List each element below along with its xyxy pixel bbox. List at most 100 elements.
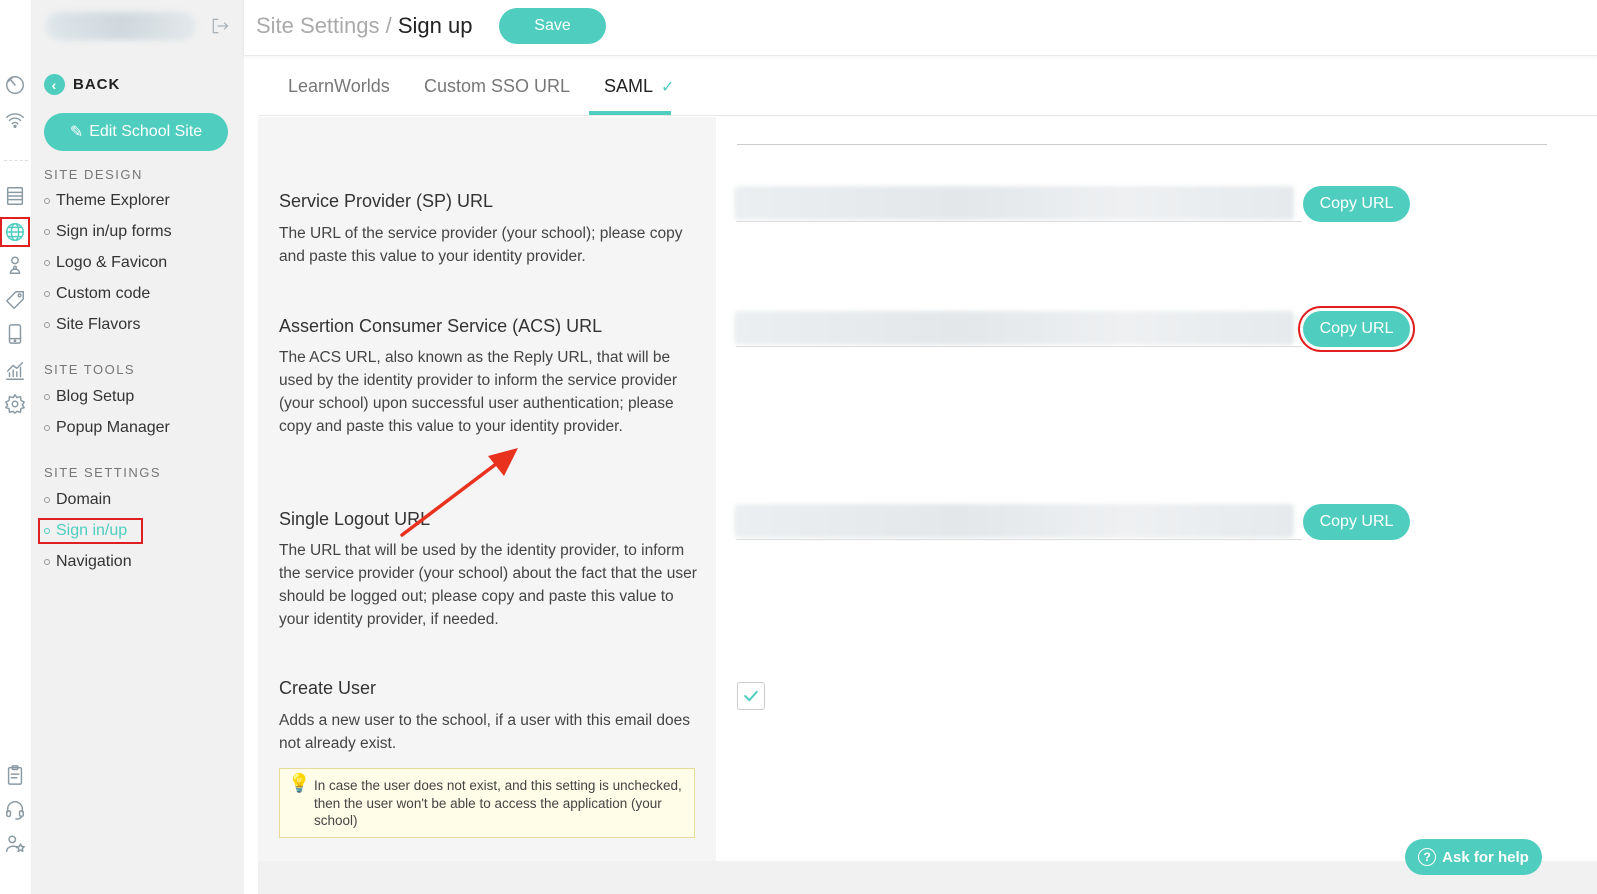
- sidebar-item-label: Sign in/up: [56, 522, 128, 539]
- sidebar-item-label: Blog Setup: [56, 388, 135, 405]
- acs-url-row: Copy URL: [734, 306, 1415, 352]
- copy-sp-url-button[interactable]: Copy URL: [1303, 186, 1410, 222]
- bullet-icon: [44, 291, 50, 297]
- lightbulb-icon: 💡: [288, 773, 311, 793]
- sp-url-description: The URL of the service provider (your sc…: [279, 225, 683, 265]
- single-logout-url-value[interactable]: [734, 504, 1294, 538]
- create-user-checkbox[interactable]: [737, 682, 765, 710]
- broadcast-icon[interactable]: [3, 108, 27, 132]
- headset-icon[interactable]: [3, 798, 27, 822]
- sidebar-item-sign-in-up[interactable]: Sign in/up: [37, 518, 144, 544]
- sidebar-item-label: Site Flavors: [56, 316, 141, 333]
- sidebar-item-label: Theme Explorer: [56, 192, 170, 209]
- check-icon: ✓: [661, 79, 675, 96]
- section-title-site-settings: SITE SETTINGS: [44, 465, 162, 480]
- tab-saml-label: SAML: [604, 76, 654, 96]
- pencil-icon: ✎: [69, 124, 84, 141]
- bullet-icon: [44, 528, 50, 534]
- acs-url-title: Assertion Consumer Service (ACS) URL: [279, 316, 603, 336]
- field-underline: [736, 539, 1302, 540]
- sidebar-item-label: Domain: [56, 491, 112, 508]
- bullet-icon: [44, 198, 50, 204]
- tip-text: In case the user does not exist, and thi…: [314, 778, 682, 828]
- icon-rail: [0, 0, 32, 894]
- ask-for-help-button[interactable]: ? Ask for help: [1405, 839, 1542, 875]
- checkmark-icon: [744, 690, 758, 702]
- chevron-left-icon: ‹: [44, 74, 65, 95]
- section-title-site-tools: SITE TOOLS: [44, 362, 136, 377]
- sidebar-item-popup-manager[interactable]: Popup Manager: [44, 419, 170, 437]
- breadcrumb-parent[interactable]: Site Settings /: [256, 13, 392, 38]
- bullet-icon: [44, 497, 50, 503]
- acs-url-description: The ACS URL, also known as the Reply URL…: [279, 349, 678, 435]
- page-header: Site Settings / Sign up Save: [244, 0, 1597, 56]
- single-logout-url-title: Single Logout URL: [279, 509, 431, 529]
- rail-divider: [4, 160, 28, 161]
- breadcrumb: Site Settings / Sign up: [256, 13, 473, 39]
- tab-bar: LearnWorlds Custom SSO URL SAML ✓: [258, 60, 1597, 116]
- save-button[interactable]: Save: [499, 8, 606, 44]
- sidebar-item-label: Navigation: [56, 553, 132, 570]
- sidebar-item-blog-setup[interactable]: Blog Setup: [44, 388, 134, 406]
- sidebar-item-label: Popup Manager: [56, 419, 170, 436]
- clipboard-icon[interactable]: [3, 763, 27, 787]
- sidebar-item-site-flavors[interactable]: Site Flavors: [44, 316, 140, 334]
- back-label: BACK: [73, 76, 121, 93]
- ask-for-help-label: Ask for help: [1442, 848, 1529, 866]
- site-builder-sidebar: ‹ BACK ✎ Edit School Site SITE DESIGN Th…: [32, 0, 244, 894]
- tag-icon[interactable]: [3, 288, 27, 312]
- sidebar-item-custom-code[interactable]: Custom code: [44, 285, 150, 303]
- sp-url-title: Service Provider (SP) URL: [279, 191, 494, 211]
- bullet-icon: [44, 229, 50, 235]
- bullet-icon: [44, 394, 50, 400]
- sidebar-item-theme-explorer[interactable]: Theme Explorer: [44, 192, 170, 210]
- settings-descriptions: Service Provider (SP) URL The URL of the…: [258, 117, 716, 861]
- bullet-icon: [44, 322, 50, 328]
- edit-school-site-button[interactable]: ✎ Edit School Site: [44, 113, 228, 151]
- analytics-icon[interactable]: [3, 359, 27, 383]
- tab-learnworlds[interactable]: LearnWorlds: [288, 76, 390, 97]
- copy-acs-url-button[interactable]: Copy URL: [1298, 306, 1415, 352]
- sidebar-item-navigation[interactable]: Navigation: [44, 553, 132, 571]
- sidebar-item-domain[interactable]: Domain: [44, 491, 111, 509]
- pages-icon[interactable]: [3, 184, 27, 208]
- logout-icon[interactable]: [210, 16, 232, 38]
- create-user-title: Create User: [279, 678, 377, 698]
- field-underline: [736, 346, 1302, 347]
- sidebar-item-label: Custom code: [56, 285, 151, 302]
- sidebar-item-sign-in-up-forms[interactable]: Sign in/up forms: [44, 223, 172, 241]
- settings-icon[interactable]: [3, 392, 27, 416]
- bullet-icon: [44, 260, 50, 266]
- sidebar-item-label: Logo & Favicon: [56, 254, 168, 271]
- saml-settings-panel: Service Provider (SP) URL The URL of the…: [258, 117, 1597, 894]
- active-tab-indicator: [589, 111, 671, 115]
- create-user-description: Adds a new user to the school, if a user…: [279, 712, 690, 752]
- single-logout-url-row: Copy URL: [734, 504, 1414, 540]
- create-user-tip: 💡 In case the user does not exist, and t…: [279, 768, 695, 838]
- footer-strip: [258, 861, 1597, 894]
- single-logout-url-description: The URL that will be used by the identit…: [279, 542, 697, 628]
- school-logo: [46, 12, 196, 40]
- globe-icon[interactable]: [0, 217, 30, 247]
- divider: [737, 144, 1547, 145]
- sp-url-value[interactable]: [734, 186, 1294, 220]
- field-underline: [736, 221, 1302, 222]
- affiliate-icon[interactable]: [3, 832, 27, 856]
- mobile-icon[interactable]: [3, 322, 27, 346]
- tab-saml[interactable]: SAML ✓: [604, 76, 674, 97]
- sidebar-item-label: Sign in/up forms: [56, 223, 172, 240]
- sidebar-item-logo-favicon[interactable]: Logo & Favicon: [44, 254, 167, 272]
- bullet-icon: [44, 425, 50, 431]
- tab-custom-sso-url[interactable]: Custom SSO URL: [424, 76, 570, 97]
- users-icon[interactable]: [3, 253, 27, 277]
- edit-school-site-label: Edit School Site: [89, 123, 203, 140]
- bullet-icon: [44, 559, 50, 565]
- copy-single-logout-url-button[interactable]: Copy URL: [1303, 504, 1410, 540]
- sp-url-row: Copy URL: [734, 186, 1414, 222]
- dashboard-icon[interactable]: [3, 73, 27, 97]
- page-title: Sign up: [397, 13, 473, 38]
- acs-url-value[interactable]: [734, 311, 1294, 345]
- question-icon: ?: [1418, 848, 1437, 866]
- back-link[interactable]: ‹ BACK: [44, 74, 120, 95]
- section-title-site-design: SITE DESIGN: [44, 167, 143, 182]
